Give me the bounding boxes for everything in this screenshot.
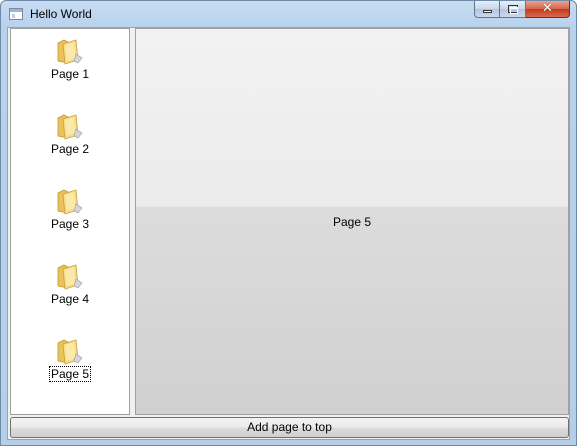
list-item-label: Page 4 <box>50 292 90 306</box>
list-item-page-5[interactable]: Page 5 <box>11 332 129 400</box>
list-item-label: Page 3 <box>50 217 90 231</box>
list-item-label: Page 2 <box>50 142 90 156</box>
folder-icon <box>57 39 83 65</box>
current-page-label: Page 5 <box>332 215 372 229</box>
list-item-page-1[interactable]: Page 1 <box>11 32 129 100</box>
minimize-button[interactable] <box>474 1 500 18</box>
maximize-icon <box>508 5 518 14</box>
folder-icon <box>57 339 83 365</box>
list-item-page-2[interactable]: Page 2 <box>11 107 129 175</box>
app-window-icon[interactable] <box>9 8 23 20</box>
page-content-panel: Page 5 <box>135 28 569 415</box>
client-area: Page 1 Page 2 Page 3 Page 4 Page 5 Page … <box>7 27 570 440</box>
list-item-label: Page 1 <box>50 67 90 81</box>
close-button[interactable]: ✕ <box>526 1 570 18</box>
maximize-button[interactable] <box>500 1 526 18</box>
list-item-label: Page 5 <box>48 366 92 382</box>
main-window: Hello World ✕ Page 1 Page 2 Page 3 Page … <box>0 0 577 446</box>
list-item-page-3[interactable]: Page 3 <box>11 182 129 250</box>
folder-icon <box>57 264 83 290</box>
minimize-icon <box>483 10 492 13</box>
add-page-to-top-button[interactable]: Add page to top <box>10 417 569 438</box>
window-title: Hello World <box>30 7 92 21</box>
list-item-page-4[interactable]: Page 4 <box>11 257 129 325</box>
close-icon: ✕ <box>542 1 553 16</box>
page-list[interactable]: Page 1 Page 2 Page 3 Page 4 Page 5 <box>10 28 130 415</box>
folder-icon <box>57 189 83 215</box>
folder-icon <box>57 114 83 140</box>
title-bar[interactable]: Hello World ✕ <box>1 1 576 27</box>
caption-buttons: ✕ <box>474 1 570 19</box>
